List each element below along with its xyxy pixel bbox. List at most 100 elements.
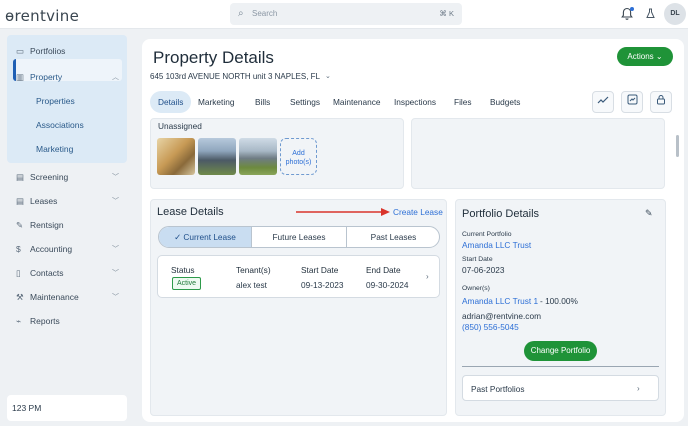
sidebar-item-contacts[interactable]: ▯ Contacts ﹀ (16, 265, 119, 281)
tab-details[interactable]: Details (150, 91, 192, 113)
lease-details-title: Lease Details (157, 206, 224, 218)
lease-segmented-control: ✓ Current Lease Future Leases Past Lease… (158, 226, 440, 248)
current-portfolio-link[interactable]: Amanda LLC Trust (462, 240, 531, 250)
create-lease-link[interactable]: Create Lease (393, 207, 443, 217)
sidebar-subitem-properties[interactable]: Properties (36, 96, 75, 106)
sidebar-footer-account[interactable]: 123 PM (7, 395, 127, 421)
photos-unassigned-label: Unassigned (158, 121, 202, 131)
actions-label: Actions (627, 52, 654, 61)
report-icon[interactable] (621, 91, 643, 113)
portfolio-details-title: Portfolio Details (462, 208, 540, 220)
details-card-right (411, 118, 665, 189)
contacts-icon: ▯ (16, 267, 21, 278)
header-tenants: Tenant(s) (236, 265, 271, 275)
dollar-icon: $ (16, 244, 21, 254)
folder-icon: ▭ (16, 45, 25, 56)
edit-pencil-icon[interactable]: ✎ (645, 208, 653, 219)
notification-dot (630, 7, 634, 11)
change-portfolio-button[interactable]: Change Portfolio (524, 341, 597, 361)
check-icon: ✓ (174, 232, 184, 242)
screening-icon: ▤ (16, 171, 25, 182)
sidebar-item-portfolios[interactable]: ▭ Portfolios (16, 43, 65, 59)
address-chevron-down-icon[interactable]: ⌄ (325, 72, 331, 80)
current-portfolio-label: Current Portfolio (462, 231, 512, 238)
sidebar-item-label: Maintenance (30, 292, 79, 302)
chevron-up-icon: ︿ (112, 74, 119, 81)
leases-icon: ▤ (16, 195, 25, 206)
property-photo-3[interactable] (239, 138, 277, 175)
rentsign-icon: ✎ (16, 219, 24, 230)
search-icon: ⌕ (238, 8, 244, 19)
rentvine-logo[interactable]: ɵrentvine (5, 7, 79, 25)
sidebar-item-label: Reports (30, 316, 60, 326)
header-status: Status (171, 265, 195, 275)
page-title: Property Details (153, 48, 274, 67)
owners-label: Owner(s) (462, 285, 490, 292)
search-shortcut: ⌘ K (439, 9, 454, 18)
owner-email: adrian@rentvine.com (462, 311, 541, 321)
actions-button[interactable]: Actions ⌄ (617, 47, 673, 66)
sidebar-subitem-associations[interactable]: Associations (36, 120, 84, 130)
tab-files[interactable]: Files (454, 91, 472, 113)
header-end-date: End Date (366, 265, 401, 275)
trend-chart-icon[interactable] (592, 91, 614, 113)
scrollbar[interactable] (676, 135, 679, 157)
tab-budgets[interactable]: Budgets (490, 91, 520, 113)
lock-icon[interactable] (650, 91, 672, 113)
sidebar-item-label: Property (30, 72, 63, 82)
user-avatar[interactable]: DL (664, 3, 686, 25)
sidebar-item-label: Rentsign (30, 220, 64, 230)
wrench-icon: ⚒ (16, 291, 24, 302)
owner-percentage: - 100.00% (540, 296, 578, 306)
owner-link[interactable]: Amanda LLC Trust 1 (462, 296, 538, 306)
sidebar-item-maintenance[interactable]: ⚒ Maintenance ﹀ (16, 289, 119, 305)
segment-label: Current Lease (183, 232, 236, 242)
lease-tenants: alex test (236, 280, 267, 290)
search-input[interactable]: ⌕ Search ⌘ K (230, 3, 462, 25)
notifications-bell-icon[interactable] (621, 7, 634, 21)
sidebar-item-label: Leases (30, 196, 58, 206)
lease-start-date: 09-13-2023 (301, 280, 344, 290)
chevron-down-icon: ⌄ (655, 52, 663, 61)
chevron-down-icon: ﹀ (112, 294, 119, 301)
segment-past-leases[interactable]: Past Leases (347, 227, 439, 247)
property-photo-1[interactable] (157, 138, 195, 175)
flask-icon[interactable] (646, 8, 655, 22)
status-badge: Active (172, 277, 202, 290)
past-portfolios-row[interactable]: Past Portfolios › (462, 375, 659, 401)
chevron-down-icon: ﹀ (112, 198, 119, 205)
lease-end-date: 09-30-2024 (366, 280, 409, 290)
owner-phone[interactable]: (850) 556-5045 (462, 322, 519, 332)
chevron-right-icon[interactable]: › (426, 272, 429, 281)
chevron-right-icon: › (637, 384, 640, 393)
property-address[interactable]: 645 103rd AVENUE NORTH unit 3 NAPLES, FL (150, 72, 320, 81)
red-arrow-annotation (296, 208, 390, 216)
sidebar-item-accounting[interactable]: $ Accounting ﹀ (16, 241, 119, 257)
header-start-date: Start Date (301, 265, 339, 275)
segment-future-leases[interactable]: Future Leases (252, 227, 346, 247)
start-date-value: 07-06-2023 (462, 265, 505, 275)
tab-maintenance[interactable]: Maintenance (333, 91, 381, 113)
sidebar-item-leases[interactable]: ▤ Leases ﹀ (16, 193, 119, 209)
lease-row[interactable]: Status Tenant(s) Start Date End Date Act… (157, 255, 440, 298)
search-placeholder: Search (252, 9, 278, 18)
sidebar-item-label: Contacts (30, 268, 64, 278)
start-date-label: Start Date (462, 256, 493, 263)
sidebar-subitem-marketing[interactable]: Marketing (36, 144, 73, 154)
sidebar-item-reports[interactable]: ⌁ Reports (16, 313, 60, 329)
building-icon: ▥ (16, 71, 25, 82)
top-bar: ɵrentvine ⌕ Search ⌘ K DL (0, 0, 688, 29)
tab-marketing[interactable]: Marketing (198, 91, 234, 113)
sidebar-item-label: Screening (30, 172, 69, 182)
reports-icon: ⌁ (16, 315, 22, 326)
tab-bills[interactable]: Bills (255, 91, 270, 113)
segment-current-lease[interactable]: ✓ Current Lease (159, 227, 251, 247)
sidebar-item-screening[interactable]: ▤ Screening ﹀ (16, 169, 119, 185)
tab-settings[interactable]: Settings (290, 91, 320, 113)
sidebar-item-property[interactable]: ▥ Property ︿ (16, 69, 119, 85)
sidebar-item-rentsign[interactable]: ✎ Rentsign (16, 217, 64, 233)
tab-inspections[interactable]: Inspections (394, 91, 436, 113)
property-photo-2[interactable] (198, 138, 236, 175)
sidebar-item-label: Accounting (30, 244, 73, 254)
add-photos-button[interactable]: Add photo(s) (280, 138, 317, 175)
